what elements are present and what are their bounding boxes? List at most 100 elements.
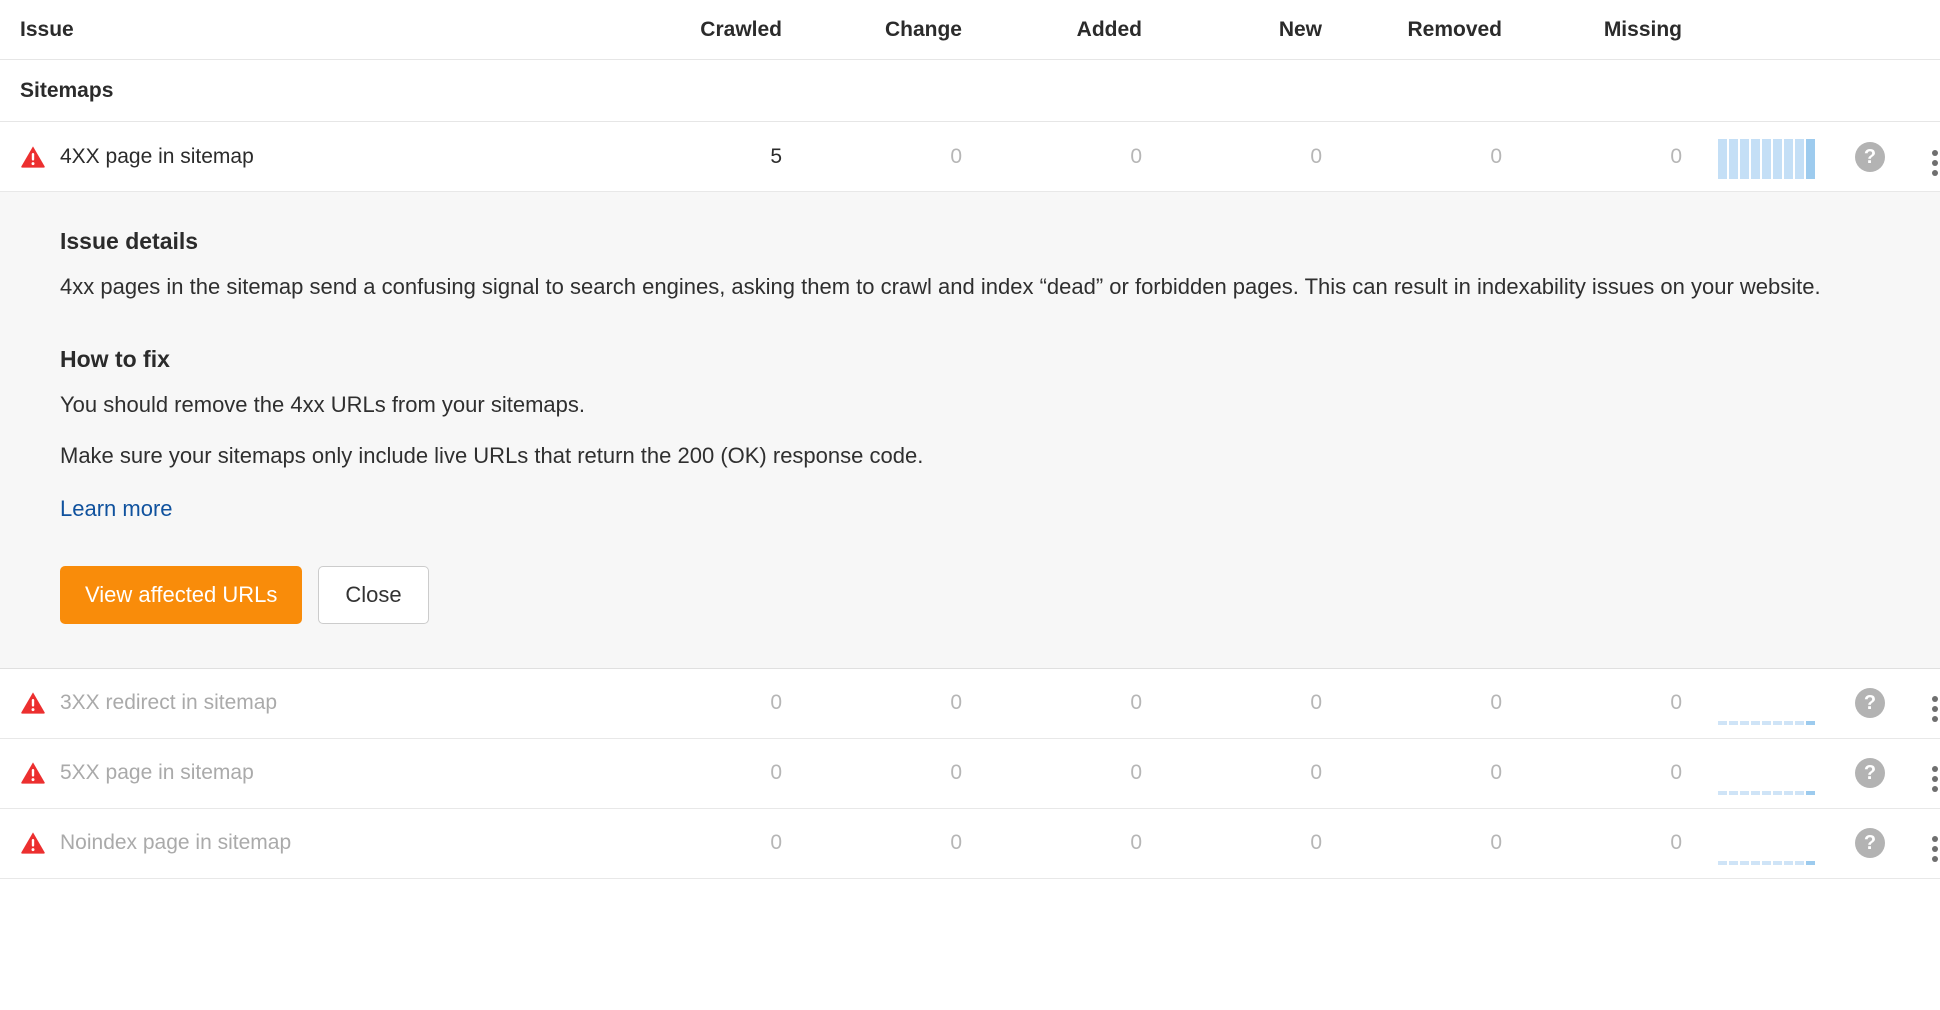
sparkline-bar <box>1740 791 1749 795</box>
sparkline-bar <box>1751 861 1760 865</box>
sparkline-bar <box>1773 721 1782 725</box>
issue-change-value: 0 <box>800 691 980 715</box>
issue-new-value: 0 <box>1160 761 1340 785</box>
sparkline-bar <box>1795 861 1804 865</box>
row-actions-cell[interactable] <box>1910 754 1940 792</box>
column-header-missing[interactable]: Missing <box>1520 18 1700 42</box>
row-actions-cell[interactable] <box>1910 824 1940 862</box>
issue-cell[interactable]: 5XX page in sitemap <box>0 760 660 786</box>
more-options-icon[interactable] <box>1932 696 1938 722</box>
help-cell[interactable]: ? <box>1830 758 1910 788</box>
how-to-fix-body-2: Make sure your sitemaps only include liv… <box>60 440 1860 471</box>
sparkline-chart <box>1718 751 1830 795</box>
issue-removed-value: 0 <box>1340 691 1520 715</box>
trend-cell <box>1700 135 1830 179</box>
row-actions-cell[interactable] <box>1910 138 1940 176</box>
table-row[interactable]: 3XX redirect in sitemap 0 0 0 0 0 0 ? <box>0 669 1940 739</box>
issue-cell[interactable]: Noindex page in sitemap <box>0 830 660 856</box>
column-header-new[interactable]: New <box>1160 18 1340 42</box>
sparkline-bar <box>1784 139 1793 179</box>
issue-change-value: 0 <box>800 145 980 169</box>
help-question-icon[interactable]: ? <box>1855 142 1885 172</box>
issue-added-value: 0 <box>980 691 1160 715</box>
sparkline-bar <box>1729 791 1738 795</box>
issue-cell[interactable]: 3XX redirect in sitemap <box>0 690 660 716</box>
sparkline-bar <box>1729 139 1738 179</box>
sparkline-bar <box>1740 721 1749 725</box>
issue-added-value: 0 <box>980 831 1160 855</box>
warning-triangle-icon <box>20 830 46 856</box>
sparkline-bar <box>1751 139 1760 179</box>
more-options-icon[interactable] <box>1932 766 1938 792</box>
column-header-removed[interactable]: Removed <box>1340 18 1520 42</box>
column-header-issue[interactable]: Issue <box>0 18 660 42</box>
sparkline-bar <box>1784 791 1793 795</box>
issue-label: 5XX page in sitemap <box>60 761 254 785</box>
issue-change-value: 0 <box>800 761 980 785</box>
sparkline-bar <box>1784 721 1793 725</box>
issue-removed-value: 0 <box>1340 761 1520 785</box>
help-question-icon[interactable]: ? <box>1855 758 1885 788</box>
sparkline-bar <box>1806 861 1815 865</box>
issue-missing-value: 0 <box>1520 145 1700 169</box>
issue-crawled-value: 0 <box>660 761 800 785</box>
issue-removed-value: 0 <box>1340 831 1520 855</box>
help-question-icon[interactable]: ? <box>1855 688 1885 718</box>
warning-triangle-icon <box>20 690 46 716</box>
sparkline-bar <box>1762 791 1771 795</box>
sparkline-bar <box>1729 861 1738 865</box>
help-cell[interactable]: ? <box>1830 828 1910 858</box>
sparkline-bar <box>1795 721 1804 725</box>
table-row[interactable]: 4XX page in sitemap 5 0 0 0 0 0 ? <box>0 122 1940 192</box>
issue-label: 4XX page in sitemap <box>60 145 254 169</box>
help-question-icon[interactable]: ? <box>1855 828 1885 858</box>
column-header-change[interactable]: Change <box>800 18 980 42</box>
sparkline-bar <box>1806 139 1815 179</box>
column-header-added[interactable]: Added <box>980 18 1160 42</box>
column-header-crawled[interactable]: Crawled <box>660 18 800 42</box>
sparkline-bar <box>1718 791 1727 795</box>
issue-missing-value: 0 <box>1520 691 1700 715</box>
view-affected-urls-button[interactable]: View affected URLs <box>60 566 302 624</box>
issue-crawled-value: 0 <box>660 691 800 715</box>
issue-details-body: 4xx pages in the sitemap send a confusin… <box>60 271 1860 302</box>
warning-triangle-icon <box>20 144 46 170</box>
issue-new-value: 0 <box>1160 831 1340 855</box>
issue-cell[interactable]: 4XX page in sitemap <box>0 144 660 170</box>
trend-cell <box>1700 821 1830 865</box>
sparkline-bar <box>1762 139 1771 179</box>
more-options-icon[interactable] <box>1932 150 1938 176</box>
more-options-icon[interactable] <box>1932 836 1938 862</box>
issue-added-value: 0 <box>980 761 1160 785</box>
sparkline-bar <box>1718 721 1727 725</box>
issue-crawled-value: 0 <box>660 831 800 855</box>
sparkline-bar <box>1784 861 1793 865</box>
issue-missing-value: 0 <box>1520 761 1700 785</box>
issue-change-value: 0 <box>800 831 980 855</box>
help-cell[interactable]: ? <box>1830 688 1910 718</box>
sparkline-bar <box>1795 139 1804 179</box>
detail-button-row: View affected URLs Close <box>60 566 1880 624</box>
sparkline-bar <box>1718 861 1727 865</box>
help-cell[interactable]: ? <box>1830 142 1910 172</box>
group-heading-sitemaps: Sitemaps <box>0 60 1940 122</box>
issue-crawled-value: 5 <box>660 145 800 169</box>
group-heading-label: Sitemaps <box>20 79 113 103</box>
sparkline-bar <box>1773 791 1782 795</box>
sparkline-bar <box>1773 139 1782 179</box>
issue-new-value: 0 <box>1160 691 1340 715</box>
row-actions-cell[interactable] <box>1910 684 1940 722</box>
table-row[interactable]: Noindex page in sitemap 0 0 0 0 0 0 ? <box>0 809 1940 879</box>
learn-more-link[interactable]: Learn more <box>60 496 173 522</box>
issues-table-page: Issue Crawled Change Added New Removed M… <box>0 0 1940 1010</box>
how-to-fix-heading: How to fix <box>60 346 1880 373</box>
sparkline-bar <box>1806 791 1815 795</box>
sparkline-bar <box>1751 791 1760 795</box>
close-button[interactable]: Close <box>318 566 428 624</box>
table-row[interactable]: 5XX page in sitemap 0 0 0 0 0 0 ? <box>0 739 1940 809</box>
sparkline-bar <box>1806 721 1815 725</box>
issue-details-heading: Issue details <box>60 228 1880 255</box>
issue-added-value: 0 <box>980 145 1160 169</box>
sparkline-bar <box>1740 139 1749 179</box>
issue-label: 3XX redirect in sitemap <box>60 691 277 715</box>
